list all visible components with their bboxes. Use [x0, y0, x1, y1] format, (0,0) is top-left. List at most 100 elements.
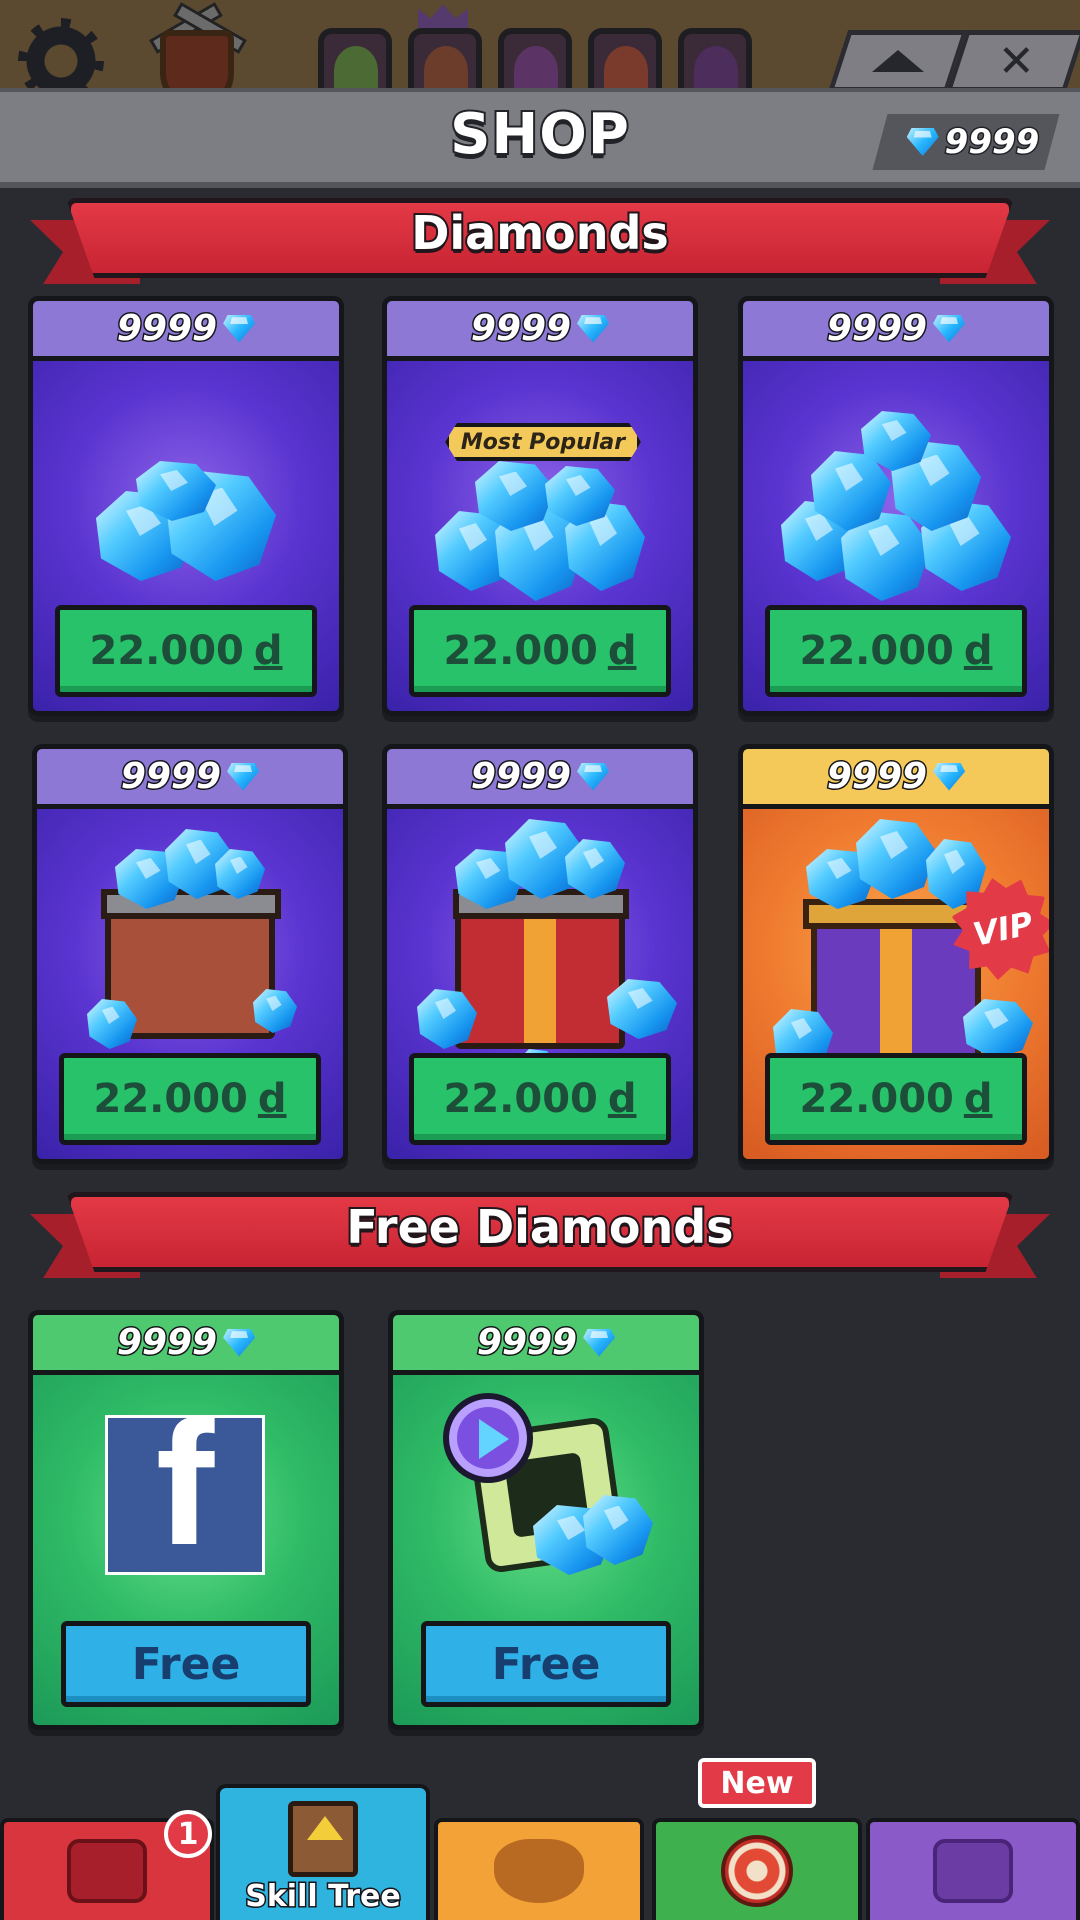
medium-gem-pile-icon	[435, 461, 645, 611]
new-badge: New	[698, 1758, 816, 1808]
gem-heap-icon	[806, 819, 986, 919]
currency-text: d	[963, 1076, 993, 1122]
red-chest-icon	[455, 899, 625, 1049]
buy-button[interactable]: 22.000 d	[409, 1053, 671, 1145]
amount-text: 9999	[475, 1321, 578, 1365]
offer-art: f Free	[33, 1375, 339, 1725]
offer-art: Most Popular 22.000 d	[387, 361, 693, 711]
crown-icon	[418, 4, 468, 28]
hero-portrait	[604, 46, 648, 92]
offer-amount: 9999	[393, 1315, 699, 1375]
hero-slot[interactable]	[678, 28, 752, 92]
balance-value: 9999	[943, 121, 1041, 164]
price-text: 22.000	[443, 1076, 598, 1122]
free-claim-button[interactable]: Free	[61, 1621, 311, 1707]
chest-icon	[67, 1839, 147, 1903]
offer-art: Free	[393, 1375, 699, 1725]
facebook-logo-letter: f	[155, 1415, 215, 1575]
diamond-icon	[223, 1328, 256, 1357]
offer-art: VIP 22.000 d	[743, 809, 1049, 1159]
character-icon	[494, 1839, 584, 1903]
hero-portrait	[514, 46, 558, 92]
close-button[interactable]: ✕	[945, 30, 1080, 92]
amount-text: 9999	[469, 307, 572, 351]
offer-art: 22.000 d	[33, 361, 339, 711]
buy-button[interactable]: 22.000 d	[59, 1053, 321, 1145]
hero-slot[interactable]	[498, 28, 572, 92]
offer-amount: 9999	[387, 301, 693, 361]
amount-text: 9999	[119, 755, 222, 799]
offer-amount: 9999	[387, 749, 693, 809]
gem-heap-icon	[455, 819, 625, 909]
buy-button[interactable]: 22.000 d	[765, 605, 1027, 697]
offer-art: 22.000 d	[743, 361, 1049, 711]
amount-text: 9999	[115, 1321, 218, 1365]
gem-shape	[215, 849, 265, 899]
tab-character[interactable]	[434, 1818, 644, 1920]
diamond-icon	[577, 314, 610, 343]
currency-text: d	[253, 628, 283, 674]
tab-label: Skill Tree	[244, 1878, 403, 1916]
section-title: Diamonds	[409, 204, 671, 262]
diamond-icon	[933, 314, 966, 343]
price-text: 22.000	[443, 628, 598, 674]
offer-amount: 9999	[33, 1315, 339, 1375]
tab-skill-tree[interactable]: Skill Tree	[216, 1784, 430, 1920]
amount-text: 9999	[469, 755, 572, 799]
hero-portrait	[694, 46, 738, 92]
offer-card[interactable]: 9999 22.000 d	[382, 744, 698, 1164]
offer-card[interactable]: 9999 22.000 d	[738, 296, 1054, 716]
hero-slot[interactable]	[588, 28, 662, 92]
small-gem-pile-icon	[96, 461, 276, 601]
section-title: Free Diamonds	[344, 1198, 735, 1256]
currency-text: d	[607, 1076, 637, 1122]
offer-amount: 9999	[743, 749, 1049, 809]
hero-portrait	[334, 46, 378, 92]
bottom-nav: Skill Tree 1 New	[0, 1758, 1080, 1920]
hero-slot[interactable]	[408, 28, 482, 92]
inventory-icon	[933, 1839, 1013, 1903]
tab-target[interactable]	[652, 1818, 862, 1920]
diamond-balance: 9999	[898, 114, 1048, 170]
offer-amount: 9999	[743, 301, 1049, 361]
play-icon	[443, 1393, 533, 1483]
offer-card[interactable]: 9999 22.000 d	[32, 744, 348, 1164]
free-claim-button[interactable]: Free	[421, 1621, 671, 1707]
price-text: 22.000	[799, 628, 954, 674]
price-text: 22.000	[93, 1076, 248, 1122]
diamond-icon	[577, 762, 610, 791]
most-popular-tag: Most Popular	[445, 423, 641, 461]
offer-art: 22.000 d	[37, 809, 343, 1159]
diamond-icon	[223, 314, 256, 343]
buy-button[interactable]: 22.000 d	[765, 1053, 1027, 1145]
large-gem-pile-icon	[781, 411, 1011, 601]
currency-text: d	[257, 1076, 287, 1122]
buy-button[interactable]: 22.000 d	[55, 605, 317, 697]
buy-button[interactable]: 22.000 d	[409, 605, 671, 697]
diamond-icon	[583, 1328, 616, 1357]
hero-slot[interactable]	[318, 28, 392, 92]
amount-text: 9999	[115, 307, 218, 351]
window-controls: ✕	[827, 30, 1080, 92]
facebook-icon: f	[105, 1415, 265, 1575]
skill-book-icon	[288, 1801, 358, 1877]
offer-amount: 9999	[33, 301, 339, 361]
section-ribbon-free-diamonds: Free Diamonds	[30, 1192, 1050, 1282]
offer-card[interactable]: 9999 Most Popular 22.000 d	[382, 296, 698, 716]
offer-card-vip[interactable]: 9999 VIP 22.000 d	[738, 744, 1054, 1164]
gear-icon[interactable]	[18, 18, 104, 92]
free-offer-card[interactable]: 9999 Free	[388, 1310, 704, 1730]
tab-inventory[interactable]	[866, 1818, 1080, 1920]
notification-badge: 1	[164, 1810, 212, 1858]
diamond-icon	[933, 762, 966, 791]
amount-text: 9999	[825, 755, 928, 799]
offer-card[interactable]: 9999 22.000 d	[28, 296, 344, 716]
close-icon: ✕	[997, 35, 1035, 87]
free-offer-card[interactable]: 9999 f Free	[28, 1310, 344, 1730]
vip-chest-icon	[811, 909, 981, 1059]
shield-icon[interactable]	[160, 30, 234, 92]
gem-heap-icon	[115, 829, 265, 909]
offer-art: 22.000 d	[387, 809, 693, 1159]
collapse-button[interactable]	[827, 30, 969, 92]
target-icon	[721, 1835, 793, 1907]
